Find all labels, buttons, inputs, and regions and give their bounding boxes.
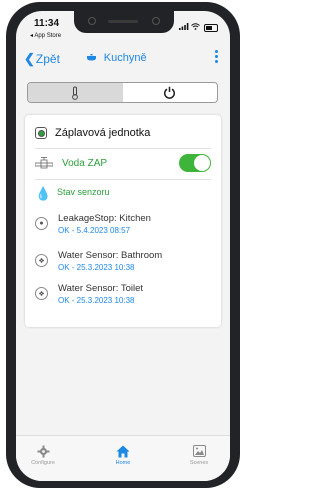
back-label: Zpět (35, 52, 60, 66)
flood-unit-icon (35, 127, 47, 139)
cooking-pot-icon (86, 53, 100, 64)
tab-label: Home (115, 460, 131, 466)
sensor-status: OK - 25.3.2023 10:38 (58, 296, 135, 305)
divider (35, 148, 211, 149)
leakage-stop-icon: ● (35, 217, 48, 230)
tab-label: Configure (31, 460, 55, 466)
more-menu-icon[interactable] (215, 50, 219, 65)
speaker-grille (108, 20, 138, 23)
divider (35, 179, 211, 180)
sensor-status: OK - 25.3.2023 10:38 (58, 263, 135, 272)
water-sensor-icon: ❖ (35, 287, 48, 300)
signal-icon (178, 23, 188, 30)
app-screen: 11:34 ◂ App Store ❮Zpět Kuchyně Záplavov… (16, 11, 230, 481)
camera-notch (74, 11, 174, 33)
water-sensor-icon: ❖ (35, 254, 48, 267)
status-bar: 11:34 ◂ App Store (16, 11, 230, 47)
sensor-dot (88, 17, 96, 25)
sensors-header: Stav senzoru (57, 187, 110, 197)
device-header: Záplavová jednotka (35, 127, 150, 139)
chevron-left-icon: ❮ (24, 51, 35, 66)
valve-toggle[interactable] (179, 154, 211, 172)
valve-row: Voda ZAP (35, 157, 107, 169)
bottom-tab-bar: Configure Home Scenes (16, 435, 230, 481)
back-button[interactable]: ❮Zpět (24, 51, 60, 67)
tab-scenes[interactable]: Scenes (174, 444, 224, 466)
battery-icon (204, 23, 218, 32)
sensor-name: Water Sensor: Toilet (58, 283, 144, 294)
mode-segmented-control (27, 82, 218, 103)
wifi-icon (190, 23, 200, 30)
status-time: 11:34 (34, 18, 60, 29)
device-card: Záplavová jednotka Voda ZAP 💧 Stav senzo… (25, 115, 221, 327)
toggle-knob (194, 155, 210, 171)
sensor-item: ● LeakageStop: Kitchen OK - 5.4.2023 08:… (35, 213, 151, 237)
phone-frame: 11:34 ◂ App Store ❮Zpět Kuchyně Záplavov… (6, 2, 240, 488)
sensor-name: Water Sensor: Bathroom (58, 250, 163, 261)
device-title: Záplavová jednotka (55, 127, 151, 139)
tab-temperature[interactable] (28, 83, 123, 102)
sensor-name: LeakageStop: Kitchen (58, 213, 151, 224)
camera-dot (152, 17, 160, 25)
scenes-icon (192, 445, 206, 457)
water-valve-icon (35, 157, 53, 169)
tab-configure[interactable]: Configure (18, 444, 68, 466)
thermometer-icon (72, 86, 79, 100)
back-to-app-store-link[interactable]: ◂ App Store (30, 32, 61, 39)
sensor-item: ❖ Water Sensor: Toilet OK - 25.3.2023 10… (35, 283, 143, 307)
room-title-text: Kuchyně (103, 52, 147, 64)
valve-label: Voda ZAP (62, 157, 108, 169)
gear-icon (37, 445, 49, 457)
water-drop-icon: 💧 (35, 186, 52, 201)
nav-bar: ❮Zpět Kuchyně (16, 47, 230, 71)
power-icon (164, 86, 176, 99)
tab-power[interactable] (122, 83, 217, 102)
sensor-item: ❖ Water Sensor: Bathroom OK - 25.3.2023 … (35, 250, 162, 274)
sensor-status: OK - 5.4.2023 08:57 (58, 226, 131, 235)
home-icon (116, 445, 130, 457)
tab-home[interactable]: Home (98, 444, 148, 466)
system-icons (178, 23, 218, 32)
tab-label: Scenes (189, 460, 209, 466)
room-title: Kuchyně (86, 52, 147, 64)
